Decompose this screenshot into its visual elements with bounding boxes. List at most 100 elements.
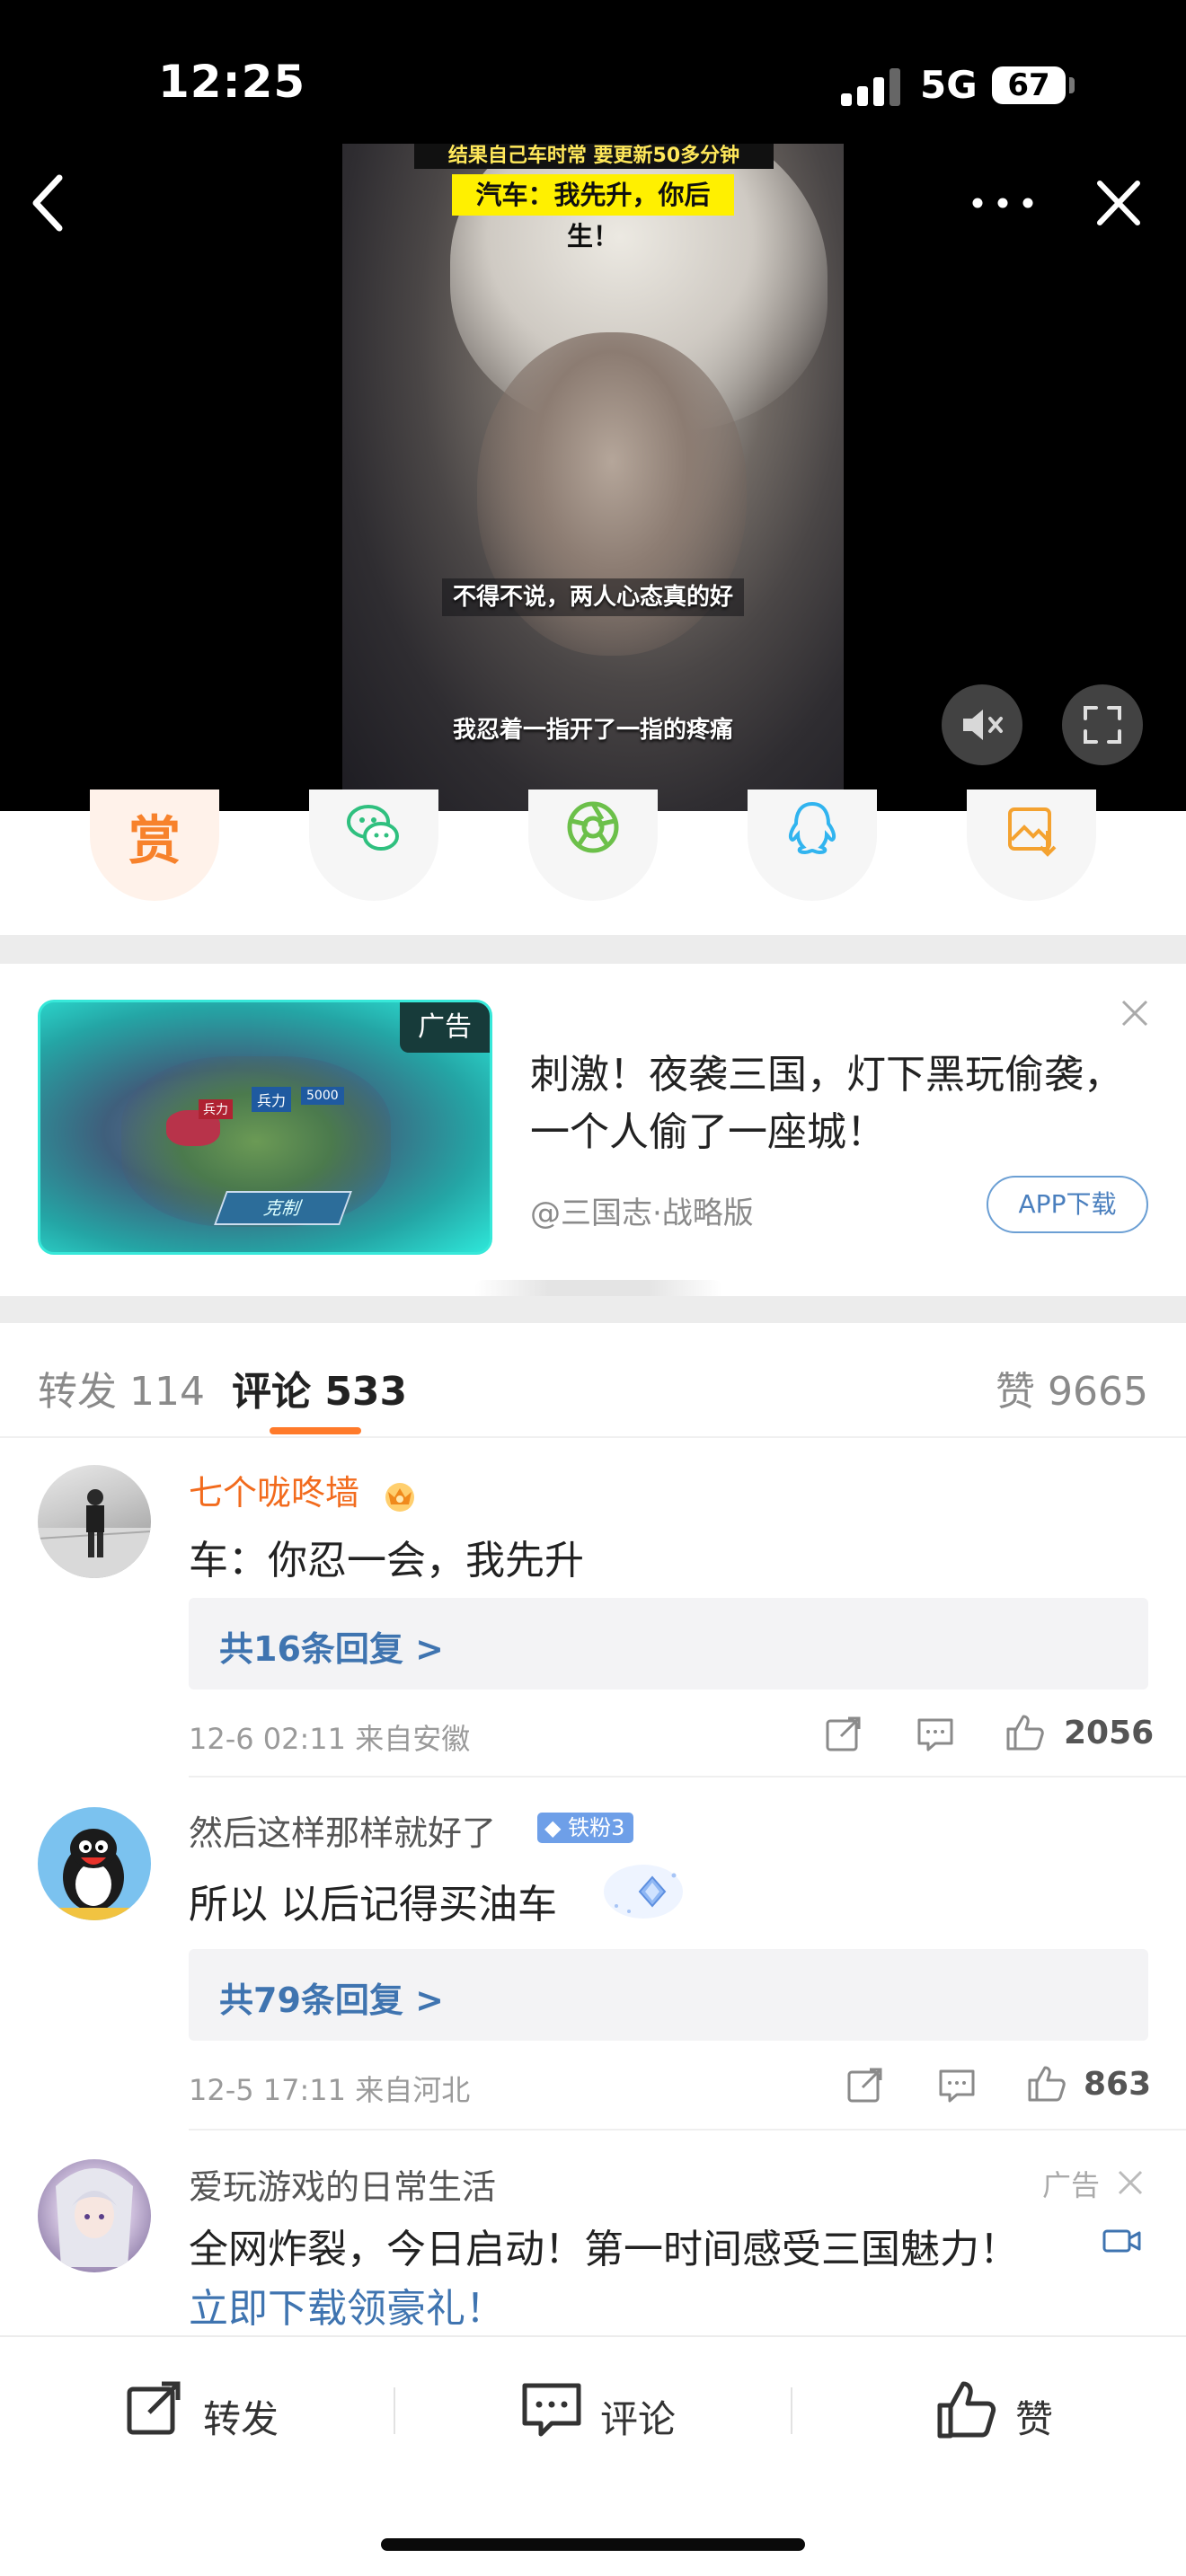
avatar[interactable] bbox=[38, 2159, 151, 2272]
ad-comment-link[interactable]: 立即下载领豪礼！ bbox=[189, 2276, 505, 2333]
tab-like[interactable]: 赞 9665 bbox=[996, 1359, 1148, 1416]
ad-comment-tag: 广告 bbox=[1042, 2168, 1101, 2202]
comment-text: 所以 以后记得买油车 bbox=[189, 1882, 557, 1928]
forward-button[interactable]: 转发 bbox=[122, 2377, 302, 2445]
ad-image[interactable]: 兵力 兵力 5000 克制 广告 bbox=[38, 1000, 492, 1255]
active-tab-indicator bbox=[270, 1427, 361, 1434]
section-gap bbox=[0, 935, 1186, 964]
video-top-banner: 结果自己车时常 要更新50多分钟 bbox=[414, 144, 774, 169]
like-icon[interactable] bbox=[1026, 2062, 1067, 2104]
video-camera-icon bbox=[1102, 2229, 1141, 2253]
share-wechat-button[interactable] bbox=[309, 790, 438, 901]
ad-close-icon[interactable] bbox=[1118, 996, 1152, 1030]
battery-icon: 67 bbox=[992, 66, 1066, 104]
like-label: 赞 bbox=[1015, 2397, 1054, 2441]
share-qq-button[interactable] bbox=[748, 790, 877, 901]
reply-icon[interactable] bbox=[936, 2064, 978, 2105]
comment-author-name[interactable]: 七个咙咚墙 bbox=[189, 1473, 359, 1513]
comment-meta: 12-5 17:11 来自河北 bbox=[189, 2073, 471, 2107]
repost-icon[interactable] bbox=[845, 2064, 886, 2105]
bar-separator bbox=[791, 2387, 792, 2434]
ad-comment-text: 全网炸裂，今日启动！第一时间感受三国魅力！ bbox=[189, 2227, 1019, 2272]
comment-item[interactable]: 七个咙咚墙 车：你忍一会，我先升 共16条回复 > 12-6 02:11 来自安… bbox=[0, 1440, 1186, 1778]
avatar-penguin bbox=[38, 1829, 151, 1920]
fan-badge[interactable]: ◆ 铁粉3 bbox=[537, 1813, 634, 1843]
share-moments-button[interactable] bbox=[528, 790, 658, 901]
feed-tabs: 转发 114 评论 533 赞 9665 bbox=[0, 1323, 1186, 1438]
ad-comment-item[interactable]: 爱玩游戏的日常生活 广告 全网炸裂，今日启动！第一时间感受三国魅力！ 立即下载领… bbox=[0, 2132, 1186, 2335]
fan-badge-gem-icon: ◆ bbox=[544, 1815, 562, 1840]
thumbs-up-icon bbox=[937, 2381, 996, 2439]
reply-icon[interactable] bbox=[915, 1713, 956, 1754]
ad-image-label-c: 5000 bbox=[301, 1087, 344, 1105]
view-replies-button[interactable]: 共16条回复 > bbox=[189, 1598, 1148, 1689]
reward-label: 赏 bbox=[128, 810, 181, 871]
section-gap bbox=[0, 1296, 1186, 1323]
avatar-figure bbox=[38, 1489, 151, 1578]
qq-icon bbox=[788, 801, 836, 855]
view-replies-button[interactable]: 共79条回复 > bbox=[189, 1949, 1148, 2041]
ad-title[interactable]: 刺激！夜袭三国，灯下黑玩偷袭，一个人偷了一座城！ bbox=[530, 1046, 1123, 1161]
ad-source[interactable]: @三国志·战略版 bbox=[530, 1188, 754, 1232]
close-icon[interactable] bbox=[1087, 176, 1150, 230]
back-icon[interactable] bbox=[25, 167, 70, 239]
home-indicator[interactable] bbox=[381, 2538, 805, 2551]
ad-card[interactable]: 兵力 兵力 5000 克制 广告 刺激！夜袭三国，灯下黑玩偷袭，一个人偷了一座城… bbox=[0, 964, 1186, 1300]
fan-badge-label: 铁粉3 bbox=[568, 1815, 625, 1840]
ad-comment-close-icon[interactable] bbox=[1114, 2166, 1146, 2199]
comment-meta: 12-6 02:11 来自安徽 bbox=[189, 1722, 471, 1756]
fullscreen-button[interactable] bbox=[1062, 684, 1143, 765]
comment-divider bbox=[189, 1776, 1186, 1778]
mute-button[interactable] bbox=[942, 684, 1022, 765]
comment-author[interactable]: 七个咙咚墙 bbox=[189, 1465, 420, 1514]
wechat-icon bbox=[347, 805, 399, 851]
signal-icon bbox=[841, 65, 900, 106]
save-image-button[interactable] bbox=[967, 790, 1096, 901]
like-button[interactable]: 赞 bbox=[934, 2377, 1078, 2445]
video-subtitle-1-text: 不得不说，两人心态真的好 bbox=[441, 578, 744, 616]
comment-divider bbox=[189, 2129, 1186, 2130]
view-replies-label: 共79条回复 > bbox=[219, 1981, 444, 2020]
ad-image-label-a: 兵力 bbox=[199, 1099, 233, 1119]
ad-tag: 广告 bbox=[400, 1002, 490, 1053]
video-frame[interactable]: 结果自己车时常 要更新50多分钟 汽车：我先升，你后生！ 不得不说，两人心态真的… bbox=[342, 144, 844, 811]
forward-label: 转发 bbox=[203, 2397, 279, 2441]
moments-icon bbox=[567, 801, 619, 853]
comment-author-name[interactable]: 然后这样那样就好了 bbox=[189, 1805, 496, 1855]
avatar[interactable] bbox=[38, 1807, 151, 1920]
vip-crown-icon bbox=[385, 1482, 415, 1512]
video-subtitle-2: 我忍着一指开了一指的疼痛 bbox=[452, 717, 733, 744]
video-yellow-banner: 汽车：我先升，你后生！ bbox=[452, 174, 734, 251]
more-icon[interactable] bbox=[967, 178, 1039, 228]
save-image-icon bbox=[1008, 807, 1057, 857]
bar-separator bbox=[394, 2387, 395, 2434]
comment-button[interactable]: 评论 bbox=[519, 2377, 699, 2445]
fullscreen-icon bbox=[1084, 706, 1121, 744]
comment-icon bbox=[522, 2383, 581, 2437]
network-label: 5G bbox=[920, 63, 978, 107]
status-time: 12:25 bbox=[158, 56, 306, 108]
avatar-anime-character bbox=[56, 2168, 133, 2267]
ad-comment-author[interactable]: 爱玩游戏的日常生活 bbox=[189, 2159, 496, 2209]
video-player[interactable]: 12:25 5G 67 结果自己车时常 要更新50多分钟 汽车：我先升，你后生！… bbox=[0, 0, 1186, 811]
ad-image-label-b: 兵力 bbox=[252, 1087, 292, 1112]
reward-button[interactable]: 赏 bbox=[90, 790, 219, 901]
comment-text: 车：你忍一会，我先升 bbox=[189, 1538, 584, 1584]
share-row: 赏 bbox=[0, 790, 1186, 935]
comment-label: 评论 bbox=[600, 2397, 677, 2441]
ad-image-skill-label: 克制 bbox=[214, 1191, 352, 1225]
mute-icon bbox=[963, 710, 1003, 740]
avatar[interactable] bbox=[38, 1465, 151, 1578]
repost-icon[interactable] bbox=[823, 1713, 864, 1754]
crystal-sticker-icon bbox=[604, 1865, 683, 1919]
like-icon[interactable] bbox=[1005, 1711, 1046, 1752]
like-count: 2056 bbox=[1064, 1715, 1155, 1751]
like-count: 863 bbox=[1084, 2066, 1152, 2103]
app-download-button[interactable]: APP下载 bbox=[987, 1176, 1148, 1233]
video-subtitle-1: 不得不说，两人心态真的好 bbox=[342, 578, 844, 616]
tab-forward[interactable]: 转发 114 bbox=[38, 1359, 205, 1416]
view-replies-label: 共16条回复 > bbox=[219, 1629, 444, 1669]
comment-item[interactable]: 然后这样那样就好了 ◆ 铁粉3 所以 以后记得买油车 共79条回复 > 12-5… bbox=[0, 1778, 1186, 2130]
forward-icon bbox=[127, 2381, 181, 2435]
tab-comment[interactable]: 评论 533 bbox=[232, 1359, 407, 1416]
